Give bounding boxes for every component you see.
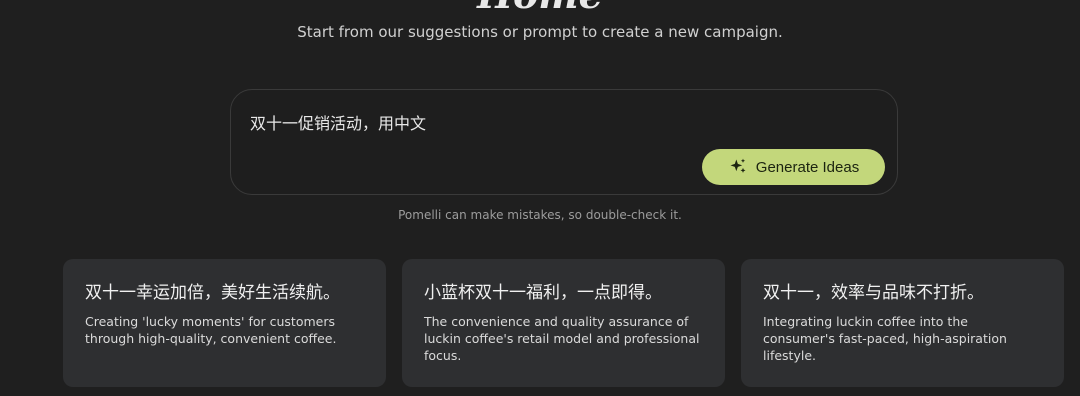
home-page: Home Start from our suggestions or promp… (0, 0, 1080, 396)
suggestion-description: Creating 'lucky moments' for customers t… (85, 314, 337, 346)
suggestion-title: 双十一，效率与品味不打折。 (763, 283, 984, 303)
prompt-input[interactable]: 双十一促销活动，用中文 (250, 110, 850, 134)
suggestion-card-2[interactable]: 小蓝杯双十一福利，一点即得。 The convenience and quali… (402, 259, 725, 387)
generate-ideas-label: Generate Ideas (755, 158, 860, 176)
generate-ideas-button[interactable]: Generate Ideas (702, 149, 885, 185)
page-subtitle: Start from our suggestions or prompt to … (297, 23, 783, 41)
prompt-box[interactable]: 双十一促销活动，用中文 Generate Ideas (230, 89, 898, 195)
disclaimer-text: Pomelli can make mistakes, so double-che… (398, 208, 682, 222)
sparkle-icon (730, 158, 746, 173)
page-title: Home (0, 0, 1080, 14)
suggestion-card-1[interactable]: 双十一幸运加倍，美好生活续航。 Creating 'lucky moments'… (63, 259, 386, 387)
suggestion-title: 双十一幸运加倍，美好生活续航。 (85, 283, 340, 303)
suggestion-description: The convenience and quality assurance of… (424, 314, 700, 363)
suggestion-description: Integrating luckin coffee into the consu… (763, 314, 1007, 363)
suggestion-cards: 双十一幸运加倍，美好生活续航。 Creating 'lucky moments'… (63, 259, 1064, 387)
suggestion-title: 小蓝杯双十一福利，一点即得。 (424, 283, 662, 303)
suggestion-card-3[interactable]: 双十一，效率与品味不打折。 Integrating luckin coffee … (741, 259, 1064, 387)
